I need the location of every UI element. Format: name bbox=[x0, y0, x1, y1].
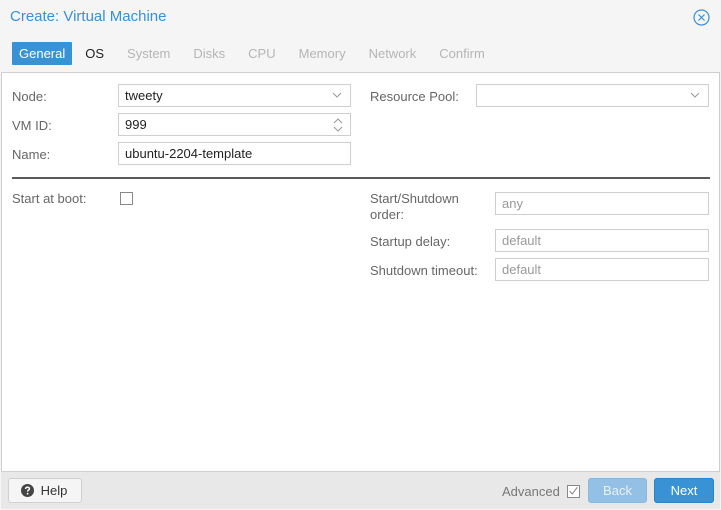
tab-system[interactable]: System bbox=[120, 42, 177, 65]
start-at-boot-checkbox[interactable] bbox=[120, 192, 133, 205]
tab-disks[interactable]: Disks bbox=[186, 42, 232, 65]
chevron-down-icon[interactable] bbox=[331, 89, 343, 101]
tab-memory[interactable]: Memory bbox=[292, 42, 353, 65]
node-value: tweety bbox=[125, 88, 163, 103]
tab-os[interactable]: OS bbox=[78, 42, 111, 65]
general-panel: Node: tweety VM ID: 999 Name: ubuntu-220… bbox=[1, 72, 720, 472]
name-value: ubuntu-2204-template bbox=[125, 146, 253, 161]
advanced-label: Advanced bbox=[502, 484, 560, 499]
close-icon[interactable] bbox=[693, 9, 710, 26]
resource-pool-select[interactable] bbox=[476, 84, 709, 107]
name-input[interactable]: ubuntu-2204-template bbox=[118, 142, 351, 165]
help-label: Help bbox=[40, 483, 68, 498]
tab-cpu[interactable]: CPU bbox=[241, 42, 282, 65]
question-circle-icon bbox=[21, 484, 34, 497]
tab-general[interactable]: General bbox=[12, 42, 73, 65]
start-at-boot-label: Start at boot: bbox=[12, 191, 87, 206]
create-vm-dialog: Create: Virtual Machine General OS Syste… bbox=[0, 0, 722, 510]
dialog-footer: Help Advanced Back Next bbox=[1, 472, 720, 509]
vmid-spinner[interactable]: 999 bbox=[118, 113, 351, 136]
tab-network[interactable]: Network bbox=[362, 42, 424, 65]
start-shutdown-order-label-line1: Start/Shutdown bbox=[370, 191, 459, 206]
start-shutdown-order-label-line2: order: bbox=[370, 207, 404, 222]
help-button[interactable]: Help bbox=[8, 478, 82, 503]
spinner-arrows-icon[interactable] bbox=[332, 116, 344, 134]
advanced-checkbox[interactable] bbox=[567, 485, 580, 498]
dialog-title: Create: Virtual Machine bbox=[10, 8, 167, 25]
startup-delay-placeholder: default bbox=[502, 233, 542, 248]
wizard-tabs: General OS System Disks CPU Memory Netwo… bbox=[12, 42, 501, 65]
tab-confirm[interactable]: Confirm bbox=[432, 42, 492, 65]
start-shutdown-order-label: Start/Shutdown order: bbox=[370, 191, 459, 223]
shutdown-timeout-label: Shutdown timeout: bbox=[370, 263, 478, 278]
resource-pool-label: Resource Pool: bbox=[370, 89, 459, 104]
node-label: Node: bbox=[12, 89, 47, 104]
shutdown-timeout-input[interactable]: default bbox=[495, 258, 709, 281]
chevron-down-icon[interactable] bbox=[689, 89, 701, 101]
startup-delay-label: Startup delay: bbox=[370, 234, 451, 249]
shutdown-timeout-placeholder: default bbox=[502, 262, 542, 277]
checkmark-icon bbox=[569, 486, 578, 495]
start-shutdown-order-input[interactable]: any bbox=[495, 192, 709, 215]
name-label: Name: bbox=[12, 147, 51, 162]
vmid-label: VM ID: bbox=[12, 118, 52, 133]
startup-delay-input[interactable]: default bbox=[495, 229, 709, 252]
vmid-value: 999 bbox=[125, 117, 147, 132]
back-button[interactable]: Back bbox=[588, 478, 647, 503]
next-button[interactable]: Next bbox=[654, 478, 714, 503]
section-divider bbox=[12, 177, 710, 179]
node-select[interactable]: tweety bbox=[118, 84, 351, 107]
start-shutdown-order-placeholder: any bbox=[502, 196, 523, 211]
